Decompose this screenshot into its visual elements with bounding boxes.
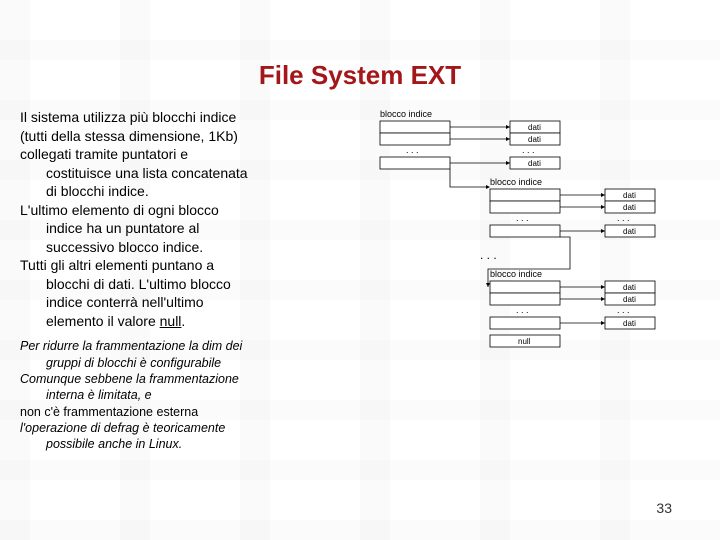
- body-line: (tutti della stessa dimensione, 1Kb): [20, 128, 360, 145]
- body-line: successivo blocco indice.: [20, 239, 360, 256]
- label-big-ellipsis: . . .: [480, 248, 497, 262]
- body-line: collegati tramite puntatori e: [20, 146, 360, 163]
- label-dati: dati: [528, 159, 541, 168]
- index-block-diagram: blocco indice . . . dati dati . . . dati: [370, 109, 690, 429]
- label-null: null: [518, 337, 531, 346]
- diagram: blocco indice . . . dati dati . . . dati: [370, 109, 700, 454]
- label-dati: dati: [623, 203, 636, 212]
- label-blocco-indice: blocco indice: [490, 269, 542, 279]
- label-ellipsis: . . .: [516, 213, 529, 223]
- label-ellipsis: . . .: [516, 305, 529, 315]
- slide-content: Il sistema utilizza più blocchi indice (…: [20, 109, 700, 454]
- label-dati: dati: [623, 283, 636, 292]
- footnote-line: non c'è frammentazione esterna: [20, 405, 360, 419]
- page-number: 33: [656, 500, 672, 516]
- body-text: elemento il valore: [46, 313, 160, 329]
- body-line: costituisce una lista concatenata: [20, 165, 360, 182]
- footnote-line: interna è limitata, e: [20, 388, 360, 402]
- body-line: indice conterrà nell'ultimo: [20, 294, 360, 311]
- body-line: di blocchi indice.: [20, 183, 360, 200]
- label-blocco-indice: blocco indice: [490, 177, 542, 187]
- body-line: Il sistema utilizza più blocchi indice: [20, 109, 360, 126]
- label-ellipsis: . . .: [522, 145, 535, 155]
- label-dati: dati: [528, 135, 541, 144]
- label-blocco-indice: blocco indice: [380, 109, 432, 119]
- footnote-line: gruppi di blocchi è configurabile: [20, 356, 360, 370]
- label-dati: dati: [528, 123, 541, 132]
- label-ellipsis: . . .: [617, 305, 630, 315]
- body-text: .: [181, 313, 185, 329]
- footnote-line: Comunque sebbene la frammentazione: [20, 372, 360, 386]
- body-line: Tutti gli altri elementi puntano a: [20, 257, 360, 274]
- footnote-line: Per ridurre la frammentazione la dim dei: [20, 339, 360, 353]
- footnote-line: l'operazione di defrag è teoricamente: [20, 421, 360, 435]
- footnote: Per ridurre la frammentazione la dim dei…: [20, 339, 360, 452]
- label-dati: dati: [623, 295, 636, 304]
- body-text-underline: null: [160, 313, 182, 329]
- footnote-line: possibile anche in Linux.: [20, 437, 360, 451]
- body-line: indice ha un puntatore al: [20, 220, 360, 237]
- body-line: elemento il valore null.: [20, 313, 360, 330]
- label-dati: dati: [623, 319, 636, 328]
- body-line: blocchi di dati. L'ultimo blocco: [20, 276, 360, 293]
- text-column: Il sistema utilizza più blocchi indice (…: [20, 109, 360, 454]
- slide-title: File System EXT: [20, 60, 700, 91]
- body-line: L'ultimo elemento di ogni blocco: [20, 202, 360, 219]
- label-ellipsis: . . .: [406, 145, 419, 155]
- slide: File System EXT Il sistema utilizza più …: [0, 0, 720, 540]
- label-ellipsis: . . .: [617, 213, 630, 223]
- label-dati: dati: [623, 191, 636, 200]
- label-dati: dati: [623, 227, 636, 236]
